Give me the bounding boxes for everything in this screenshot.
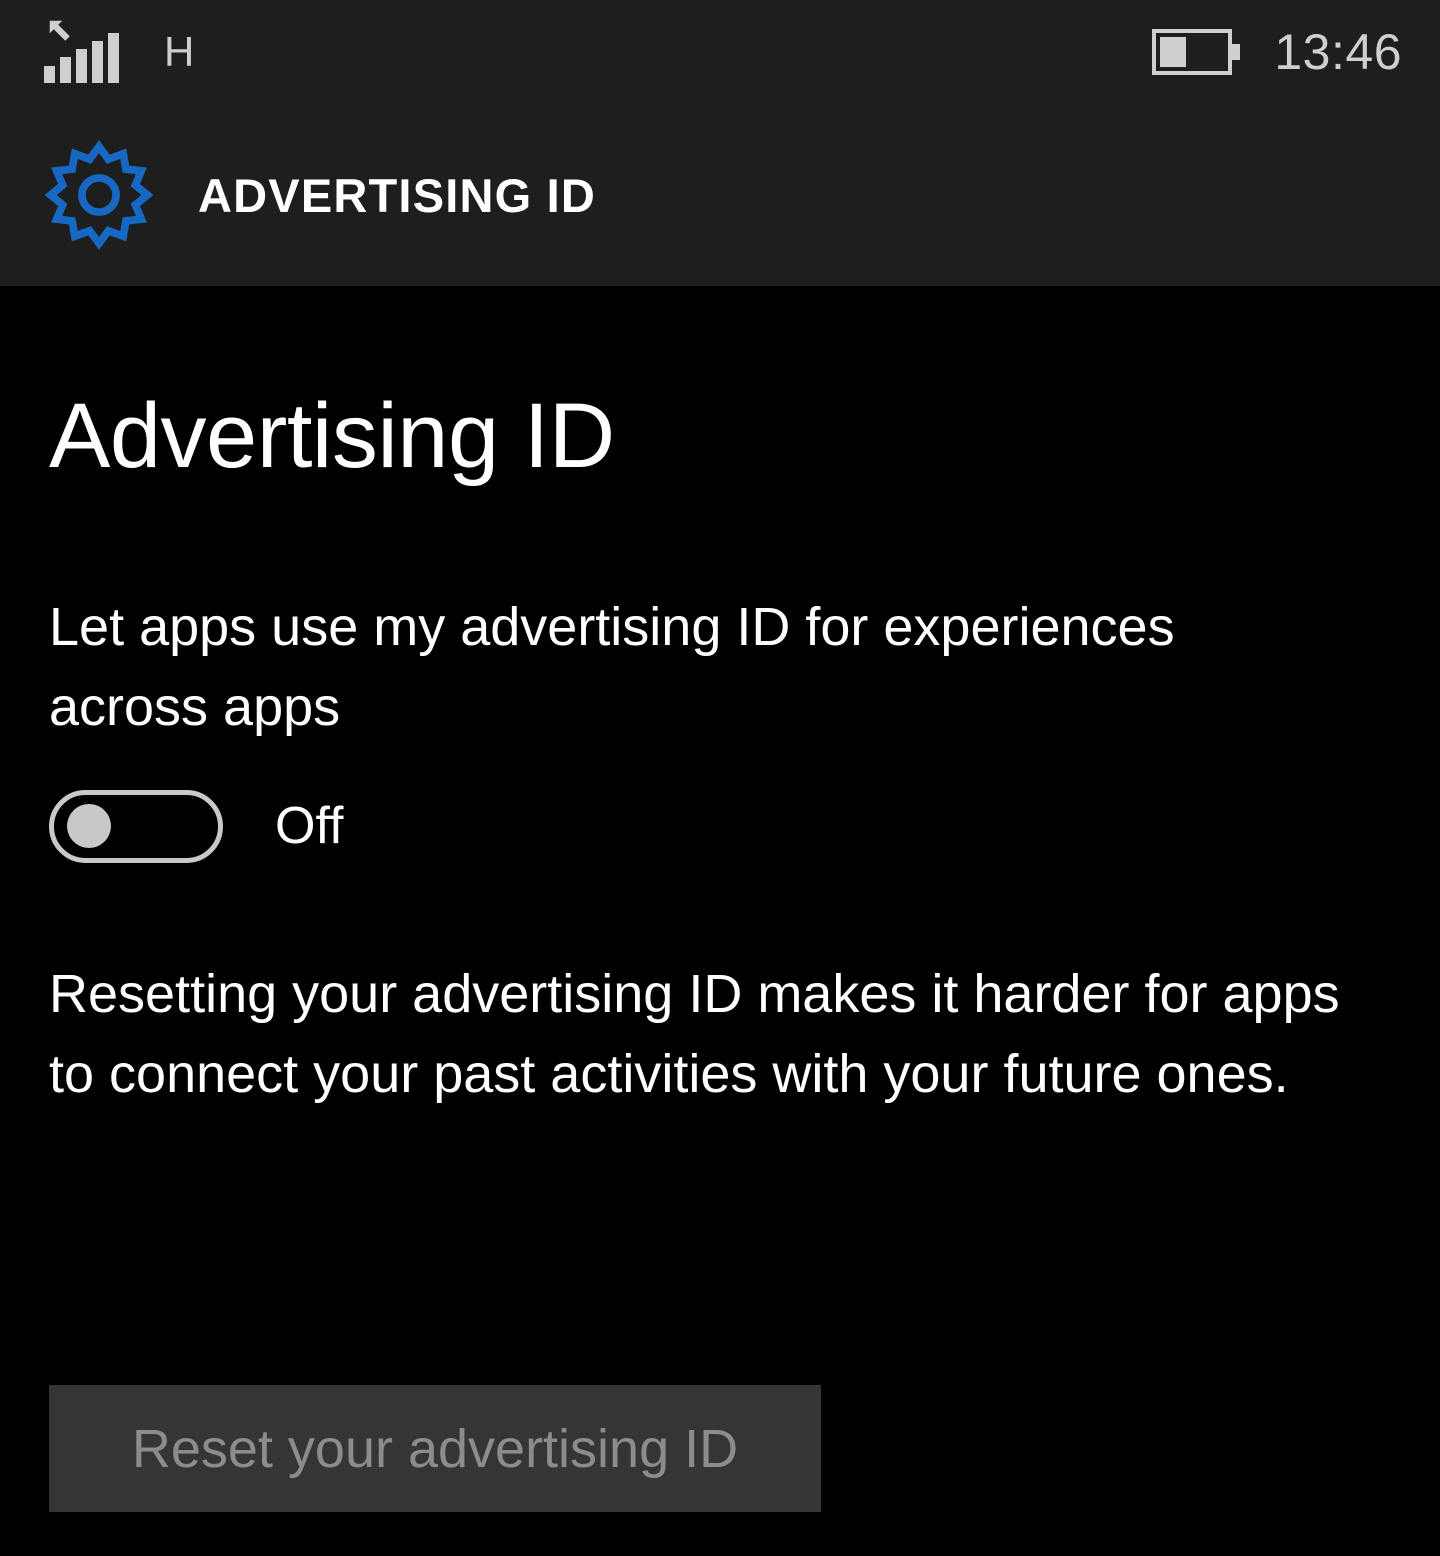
page-title: Advertising ID	[49, 385, 615, 487]
battery-fill	[1160, 37, 1187, 67]
battery-cap	[1232, 44, 1241, 60]
status-bar: H 13:46	[0, 0, 1440, 104]
phone-screen: H 13:46 ADVERTISING ID Advertising ID Le…	[0, 0, 1440, 1556]
signal-strength-indicator	[44, 20, 120, 83]
signal-bars-icon	[44, 33, 119, 83]
toggle-knob	[67, 804, 111, 849]
gear-icon	[44, 140, 154, 250]
advertising-id-toggle[interactable]	[49, 789, 223, 863]
page-content: Advertising ID Let apps use my advertisi…	[0, 286, 1440, 1556]
advertising-id-toggle-row: Off	[49, 789, 1391, 863]
battery-icon	[1152, 29, 1241, 75]
advertising-id-toggle-label: Let apps use my advertising ID for exper…	[49, 597, 1175, 737]
reset-description: Resetting your advertising ID makes it h…	[49, 963, 1340, 1104]
status-bar-right-group: 13:46	[1152, 27, 1402, 77]
app-header: ADVERTISING ID	[0, 104, 1440, 286]
app-title: ADVERTISING ID	[198, 168, 597, 222]
status-bar-left-group: H	[44, 20, 195, 83]
reset-advertising-id-button[interactable]: Reset your advertising ID	[49, 1385, 821, 1512]
network-type-label: H	[164, 28, 195, 75]
advertising-id-toggle-state: Off	[275, 797, 344, 856]
status-bar-clock: 13:46	[1274, 24, 1402, 80]
